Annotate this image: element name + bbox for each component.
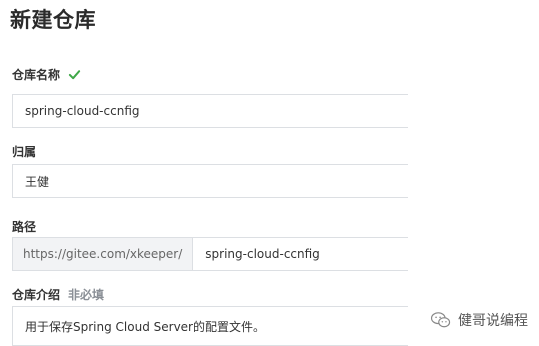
description-textarea[interactable]: 用于保存Spring Cloud Server的配置文件。	[12, 306, 408, 346]
watermark-text: 健哥说编程	[458, 313, 528, 329]
repo-name-label-row: 仓库名称	[12, 66, 81, 83]
optional-tag: 非必填	[68, 288, 105, 302]
description-label: 仓库介绍	[12, 288, 61, 302]
owner-label: 归属	[12, 145, 37, 159]
description-value: 用于保存Spring Cloud Server的配置文件。	[25, 320, 265, 334]
repo-name-input[interactable]: spring-cloud-ccnfig	[12, 94, 408, 128]
owner-label-row: 归属	[12, 143, 36, 160]
path-label: 路径	[12, 220, 37, 234]
watermark: 健哥说编程	[430, 310, 528, 330]
repo-name-label: 仓库名称	[12, 68, 61, 82]
page-title: 新建仓库	[10, 8, 96, 32]
wechat-icon	[430, 311, 452, 329]
path-prefix: https://gitee.com/xkeeper/	[13, 238, 194, 270]
owner-value: 王健	[25, 174, 50, 189]
check-icon	[68, 68, 81, 81]
owner-select[interactable]: 王健	[12, 164, 408, 198]
path-field: https://gitee.com/xkeeper/ spring-cloud-…	[12, 237, 408, 271]
repo-name-value: spring-cloud-ccnfig	[25, 104, 140, 118]
description-label-row: 仓库介绍 非必填	[12, 286, 104, 303]
path-label-row: 路径	[12, 218, 36, 235]
path-input[interactable]: spring-cloud-ccnfig	[193, 247, 320, 261]
